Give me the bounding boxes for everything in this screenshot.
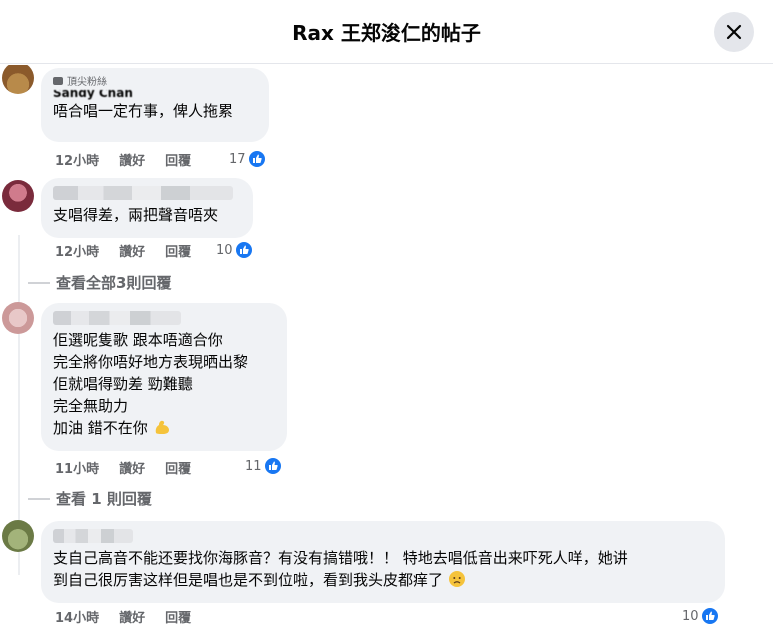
commenter-name[interactable] [53,186,233,200]
comment-actions: 11小時 讚好 回覆 [55,458,211,477]
avatar[interactable] [2,180,34,212]
comment-time[interactable]: 14小時 [55,607,99,626]
reply-button[interactable]: 回覆 [165,241,191,260]
like-button[interactable]: 讚好 [119,241,145,260]
avatar[interactable] [2,302,34,334]
comment-text-line: 到自己很厉害这样但是唱也是不到位啦，看到我头皮都痒了 [53,569,713,591]
flexed-biceps-emoji [155,420,169,434]
comment-bubble: 支唱得差，兩把聲音唔夾 [41,178,253,238]
comment-text-line: 佢選呢隻歌 跟本唔適合你 [53,331,223,349]
reply-button[interactable]: 回覆 [165,458,191,477]
comment-time[interactable]: 12小時 [55,150,99,169]
comment-text-line: 佢就唱得勁差 勁難聽 [53,375,193,393]
comment-text-line: 完全無助力 [53,397,129,415]
like-button[interactable]: 讚好 [119,458,145,477]
close-button[interactable] [714,12,754,52]
view-replies-link[interactable]: 查看全部3則回覆 [28,272,171,293]
dialog-title: Rax 王郑浚仁的帖子 [292,21,481,45]
comment-text-line: 加油 錯不在你 [53,417,275,439]
reply-button[interactable]: 回覆 [165,150,191,169]
reaction-count[interactable]: 17 [229,150,266,168]
worried-face-emoji [448,571,465,587]
comment-actions: 14小時 讚好 回覆 [55,607,211,626]
comment-text-line: 完全將你唔好地方表現晒出黎 [53,353,249,371]
reply-button[interactable]: 回覆 [165,607,191,626]
comment-bubble: 支自己高音不能还要找你海豚音？有没有搞错哦！！ 特地去唱低音出来吓死人咩，她讲 … [41,521,725,603]
comment-text: 唔合唱一定冇事，俾人拖累 [53,102,234,120]
like-button[interactable]: 讚好 [119,150,145,169]
comment-actions: 12小時 讚好 回覆 [55,241,211,260]
comment-time[interactable]: 11小時 [55,458,99,477]
reaction-count[interactable]: 10 [216,241,253,259]
top-fan-badge: 頂尖粉絲 [53,76,257,90]
reaction-count[interactable]: 10 [682,607,719,625]
comments-list[interactable]: 頂尖粉絲 Sandy Chan 唔合唱一定冇事，俾人拖累 12小時 讚好 回覆 … [0,65,773,640]
comment-text: 支唱得差，兩把聲音唔夾 [53,206,219,224]
avatar[interactable] [2,65,34,94]
view-replies-link[interactable]: 查看 1 則回覆 [28,488,152,509]
close-icon [726,24,742,40]
comment-bubble: 頂尖粉絲 Sandy Chan 唔合唱一定冇事，俾人拖累 [41,68,269,142]
like-button[interactable]: 讚好 [119,607,145,626]
thumbs-up-icon [247,150,266,168]
avatar[interactable] [2,520,34,552]
commenter-name[interactable]: Sandy Chan [53,90,257,100]
thumbs-up-icon [263,457,282,475]
commenter-name[interactable] [53,529,133,543]
commenter-name[interactable] [53,311,181,325]
thumbs-up-icon [234,241,253,259]
comment-bubble: 佢選呢隻歌 跟本唔適合你 完全將你唔好地方表現晒出黎 佢就唱得勁差 勁難聽 完全… [41,303,287,451]
comment-actions: 12小時 讚好 回覆 [55,150,211,169]
comment-text-line: 支自己高音不能还要找你海豚音？有没有搞错哦！！ 特地去唱低音出来吓死人咩，她讲 [53,549,628,567]
thumbs-up-icon [700,607,719,625]
dialog-header: Rax 王郑浚仁的帖子 [0,0,773,64]
reaction-count[interactable]: 11 [245,457,282,475]
comment-time[interactable]: 12小時 [55,241,99,260]
